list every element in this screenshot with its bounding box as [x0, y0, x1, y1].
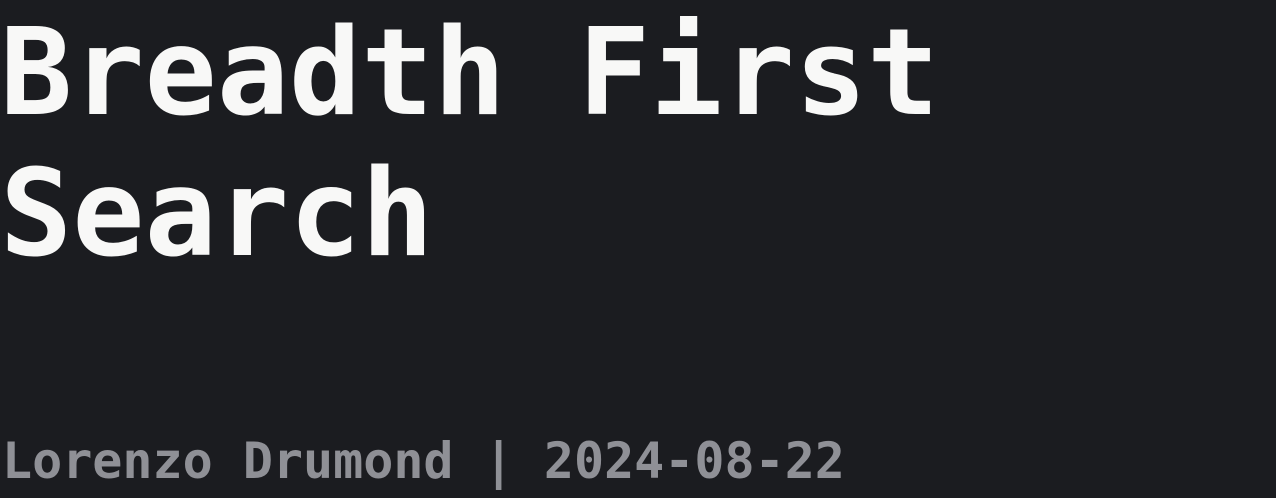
post-meta: Lorenzo Drumond | 2024-08-22 [2, 428, 845, 494]
title-line-2: Search [0, 145, 434, 284]
post-date: 2024-08-22 [543, 432, 845, 490]
meta-separator: | [483, 432, 514, 490]
author-name: Lorenzo Drumond [2, 432, 454, 490]
page-title: Breadth First Search [0, 3, 1276, 285]
title-line-1: Breadth First [0, 4, 940, 143]
post-header: Breadth First Search Lorenzo Drumond | 2… [0, 0, 1276, 498]
